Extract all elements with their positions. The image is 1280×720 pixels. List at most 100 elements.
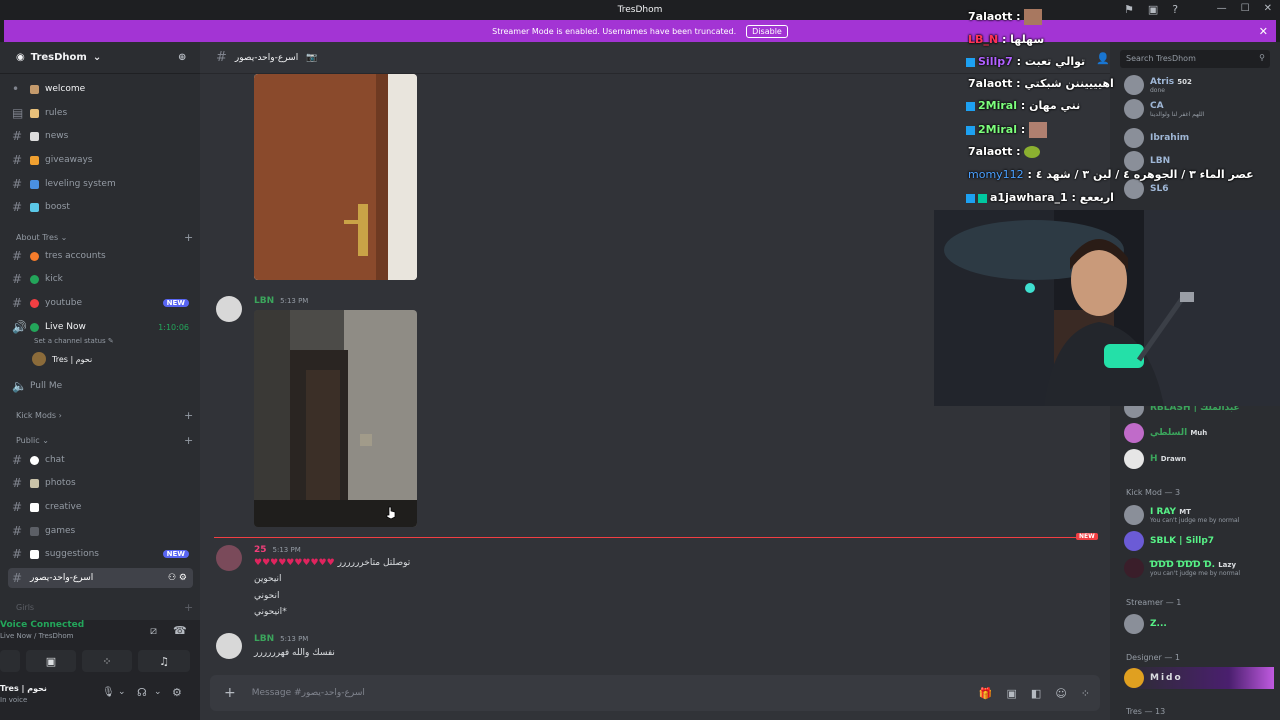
- channel-photos[interactable]: # photos: [12, 473, 197, 493]
- member-item[interactable]: Mido: [1124, 667, 1274, 689]
- apps-icon[interactable]: ⁘: [1081, 687, 1090, 700]
- chevron-down-icon[interactable]: ⌄: [154, 687, 162, 697]
- member-item[interactable]: SBLK | Sillp7: [1124, 530, 1214, 552]
- hash-icon: #: [216, 50, 227, 65]
- channel-creative[interactable]: # creative: [12, 497, 197, 517]
- maximize-icon[interactable]: ☐: [1241, 3, 1250, 14]
- avatar[interactable]: [216, 545, 242, 571]
- add-member-icon[interactable]: ⊕: [178, 52, 186, 63]
- page-emoji-icon: [30, 549, 39, 559]
- category-about[interactable]: About Tres ⌄ +: [16, 231, 193, 244]
- channel-current[interactable]: # اسرع-واحد-يصور ⚇ ⚙: [8, 568, 193, 588]
- avatar: [1124, 668, 1144, 688]
- monitor-icon[interactable]: ▣: [1148, 3, 1158, 16]
- add-channel-icon[interactable]: +: [184, 409, 193, 422]
- message-timestamp: 5:13 PM: [280, 635, 309, 643]
- member-item[interactable]: Ibrahim: [1124, 127, 1189, 149]
- webcam-feed: [934, 210, 1280, 406]
- chat-msg: توالي تعبت: [1024, 55, 1086, 68]
- member-item[interactable]: Atris 502 done: [1124, 74, 1192, 96]
- attachment-image[interactable]: [254, 74, 417, 280]
- message-input[interactable]: + Message #اسرع-واحد-يصور 🎁 ▣ ◧ ☺ ⁘: [210, 675, 1100, 711]
- add-attachment-icon[interactable]: +: [224, 685, 236, 701]
- channel-chat[interactable]: # chat: [12, 450, 197, 470]
- channel-settings-icons[interactable]: ⚇ ⚙: [168, 573, 187, 583]
- noise-suppression-icon[interactable]: ⧄: [150, 624, 157, 638]
- banner-close-icon[interactable]: ✕: [1259, 25, 1268, 38]
- member-item[interactable]: H Drawn: [1124, 448, 1186, 470]
- message-author[interactable]: LBN 5:13 PM: [254, 634, 308, 644]
- channel-label: creative: [45, 502, 82, 512]
- voice-user[interactable]: Tres | نحوم: [32, 349, 217, 369]
- user-status: In voice: [0, 696, 28, 704]
- screen-share-button[interactable]: ▣: [26, 650, 76, 672]
- channel-youtube[interactable]: # youtube NEW: [12, 293, 197, 313]
- gif-icon[interactable]: ▣: [1007, 687, 1017, 700]
- member-item[interactable]: Z...: [1124, 613, 1167, 635]
- hash-icon: #: [12, 200, 23, 214]
- members-icon[interactable]: 👤: [1096, 52, 1110, 65]
- category-kick-mods[interactable]: Kick Mods › +: [16, 409, 193, 422]
- speaker-icon: 🔊: [12, 320, 27, 334]
- new-badge: NEW: [162, 550, 189, 558]
- activities-button[interactable]: ⁘: [82, 650, 132, 672]
- add-channel-icon[interactable]: +: [184, 231, 193, 244]
- channel-games[interactable]: # games: [12, 521, 197, 541]
- message-author[interactable]: LBN 5:13 PM: [254, 296, 308, 306]
- channel-boost[interactable]: # boost: [12, 197, 197, 217]
- video-button[interactable]: [0, 650, 20, 672]
- inbox-icon[interactable]: ⚑: [1124, 3, 1134, 16]
- author-name: LBN: [254, 296, 275, 306]
- avatar[interactable]: [216, 633, 242, 659]
- member-item[interactable]: SL6: [1124, 178, 1168, 200]
- channel-news[interactable]: # news: [12, 126, 197, 146]
- close-icon[interactable]: ✕: [1264, 3, 1272, 14]
- channel-kick[interactable]: # kick: [12, 269, 197, 289]
- channel-tres-accounts[interactable]: # tres accounts: [12, 246, 197, 266]
- emoji-icon[interactable]: ☺: [1055, 687, 1066, 700]
- minimize-icon[interactable]: —: [1217, 3, 1227, 14]
- settings-icon[interactable]: ⚙: [172, 686, 182, 699]
- channel-live-now[interactable]: 🔊 Live Now 1:10:06: [12, 317, 197, 337]
- avatar[interactable]: [216, 296, 242, 322]
- new-badge: NEW: [162, 299, 189, 307]
- channel-welcome[interactable]: • welcome: [12, 79, 197, 99]
- new-messages-divider: [214, 537, 1094, 538]
- headphones-icon[interactable]: ☊: [137, 686, 147, 699]
- channel-giveaways[interactable]: # giveaways: [12, 150, 197, 170]
- channel-pull-me[interactable]: 🔈 Pull Me: [12, 376, 197, 396]
- hash-icon: #: [12, 129, 23, 143]
- gift-icon[interactable]: 🎁: [979, 687, 993, 700]
- channel-rules[interactable]: ▤ rules: [12, 103, 197, 123]
- chat-line: 7alaott :: [968, 9, 1043, 25]
- channel-sidebar: ◉ TresDhom ⌄ ⊕ • welcome ▤ rules # news # gi…: [0, 42, 200, 620]
- server-header[interactable]: ◉ TresDhom ⌄ ⊕: [0, 42, 200, 74]
- category-public[interactable]: Public ⌄ +: [16, 434, 193, 447]
- member-item[interactable]: السلطي Muh: [1124, 422, 1207, 444]
- sticker-icon[interactable]: ◧: [1031, 687, 1041, 700]
- channel-leveling[interactable]: # leveling system: [12, 174, 197, 194]
- member-item[interactable]: ƊƊƊ ƊƊƊ Ɗ. Lazy you can't judge me by nor…: [1124, 557, 1240, 579]
- chevron-down-icon[interactable]: ⌄: [118, 687, 126, 697]
- category-girls[interactable]: Girls +: [16, 601, 193, 614]
- soundboard-button[interactable]: ♫: [138, 650, 190, 672]
- help-icon[interactable]: ?: [1172, 3, 1178, 16]
- disable-button[interactable]: Disable: [746, 24, 788, 38]
- channel-status[interactable]: Set a channel status ✎: [34, 337, 114, 345]
- disconnect-icon[interactable]: ☎: [173, 624, 187, 637]
- channel-suggestions[interactable]: # suggestions NEW: [12, 544, 197, 564]
- mouse-cursor-icon: [386, 506, 396, 520]
- add-channel-icon[interactable]: +: [184, 434, 193, 447]
- microphone-icon[interactable]: 🎙: [102, 687, 115, 698]
- add-channel-icon[interactable]: +: [184, 601, 193, 614]
- chat-user: 7alaott: [968, 77, 1013, 90]
- attachment-image[interactable]: [254, 310, 417, 527]
- member-tag: Drawn: [1160, 455, 1187, 463]
- voice-channel-label: Live Now / TresDhom: [0, 632, 74, 640]
- search-input[interactable]: Search TresDhom ⚲: [1120, 50, 1270, 68]
- member-item[interactable]: CA اللهم اغفر لنا ولوالدينا: [1124, 98, 1204, 120]
- member-item[interactable]: I RAY MT You can't judge me by normal: [1124, 504, 1239, 526]
- message-author[interactable]: 25 5:13 PM: [254, 545, 301, 555]
- category-label: Girls: [16, 603, 35, 612]
- chat-user: Sillp7: [978, 55, 1013, 68]
